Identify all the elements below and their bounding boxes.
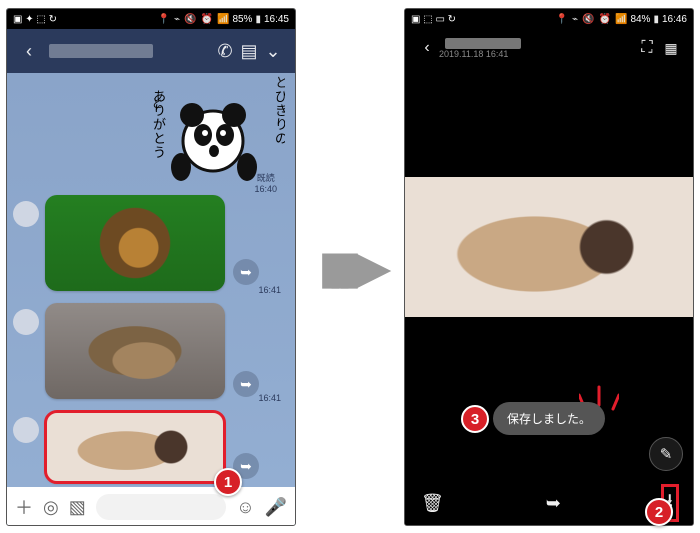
share-icon[interactable]: ➥ (546, 493, 561, 514)
wifi-icon: 📶 (615, 14, 627, 25)
clock: 16:46 (662, 14, 687, 25)
chat-title-redacted (49, 44, 153, 58)
status-left-icons: ▣ ⬚ ▭ ↻ (411, 14, 456, 25)
viewer-body[interactable]: 保存しました。 ✎ 🗑 ➥ ⭳ (405, 67, 693, 526)
svg-text:き: き (275, 103, 285, 118)
battery-icon: ▮ (255, 14, 261, 25)
svg-text:り: り (153, 103, 166, 118)
call-icon[interactable]: ✆ (213, 41, 237, 62)
avatar[interactable] (13, 201, 39, 227)
delete-icon[interactable]: 🗑 (421, 493, 444, 514)
viewer-header: ‹ 2019.11.18 16:41 ⛶ ▦ (405, 29, 693, 67)
callout-3: 3 (461, 405, 489, 433)
viewer-title-redacted (445, 38, 521, 49)
chevron-down-icon[interactable]: ⌄ (261, 41, 285, 62)
clock: 16:45 (264, 14, 289, 25)
bluetooth-icon: ⌁ (174, 14, 180, 25)
alarm-icon: ⏰ (599, 14, 611, 25)
svg-text:の: の (275, 131, 285, 146)
image-message-2[interactable] (45, 303, 225, 399)
edit-button[interactable]: ✎ (649, 437, 683, 471)
viewer-image[interactable] (405, 177, 693, 317)
plus-icon[interactable]: ＋ (15, 494, 33, 520)
status-right-cluster: 📍 ⌁ 🔇 ⏰ 📶 84% ▮ 16:46 (555, 14, 687, 25)
camera-icon[interactable]: ◎ (43, 497, 59, 518)
chat-messages: と とびきりの ありがとう 既読16:40 ➥ 16:41 ➥ 16:41 ➥ (7, 73, 295, 487)
mute-icon: 🔇 (184, 14, 196, 25)
image-message-3[interactable] (45, 411, 225, 483)
chat-input-bar: ＋ ◎ ▧ ☺ 🎤 (7, 487, 295, 526)
viewer-timestamp: 2019.11.18 16:41 (439, 49, 635, 59)
battery-text: 85% (232, 14, 252, 25)
status-right-cluster: 📍 ⌁ 🔇 ⏰ 📶 85% ▮ 16:45 (157, 14, 289, 25)
wifi-icon: 📶 (217, 14, 229, 25)
avatar[interactable] (13, 309, 39, 335)
transition-arrow-icon: ▮▮▮▶ (318, 240, 375, 294)
location-icon: 📍 (556, 14, 568, 25)
location-icon: 📍 (158, 14, 170, 25)
fullscreen-icon[interactable]: ⛶ (635, 39, 659, 57)
svg-text:が: が (153, 117, 166, 132)
mute-icon: 🔇 (582, 14, 594, 25)
svg-text:と: と (275, 75, 285, 90)
chat-header: ‹ ✆ ▤ ⌄ (7, 29, 295, 73)
share-icon[interactable]: ➥ (233, 259, 259, 285)
battery-text: 84% (630, 14, 650, 25)
status-bar: ▣ ⬚ ▭ ↻ 📍 ⌁ 🔇 ⏰ 📶 84% ▮ 16:46 (405, 9, 693, 29)
image-viewer-screen: ▣ ⬚ ▭ ↻ 📍 ⌁ 🔇 ⏰ 📶 84% ▮ 16:46 ‹ 2019.11.… (404, 8, 694, 526)
svg-text:う: う (153, 145, 166, 160)
back-icon[interactable]: ‹ (17, 41, 41, 62)
timestamp: 16:41 (258, 285, 281, 295)
grid-icon[interactable]: ▦ (659, 40, 683, 57)
timestamp: 16:41 (258, 393, 281, 403)
gallery-icon[interactable]: ▧ (69, 497, 86, 518)
notes-icon[interactable]: ▤ (237, 41, 261, 62)
share-icon[interactable]: ➥ (233, 371, 259, 397)
back-icon[interactable]: ‹ (415, 39, 439, 57)
battery-icon: ▮ (653, 14, 659, 25)
svg-text:り: り (275, 117, 285, 132)
message-input[interactable] (96, 494, 226, 520)
read-indicator: 既読16:40 (254, 171, 277, 194)
svg-text:あ: あ (153, 89, 166, 104)
alarm-icon: ⏰ (201, 14, 213, 25)
status-left-icons: ▣ ✦ ⬚ ↻ (13, 14, 57, 25)
image-message-1[interactable] (45, 195, 225, 291)
svg-text:び: び (275, 89, 285, 104)
status-bar: ▣ ✦ ⬚ ↻ 📍 ⌁ 🔇 ⏰ 📶 85% ▮ 16:45 (7, 9, 295, 29)
svg-text:と: と (153, 131, 166, 146)
mic-icon[interactable]: 🎤 (265, 497, 287, 518)
avatar[interactable] (13, 417, 39, 443)
callout-2: 2 (645, 498, 673, 526)
callout-1: 1 (214, 468, 242, 496)
chat-screen: ▣ ✦ ⬚ ↻ 📍 ⌁ 🔇 ⏰ 📶 85% ▮ 16:45 ‹ ✆ ▤ ⌄ と … (6, 8, 296, 526)
emoji-icon[interactable]: ☺ (236, 497, 254, 518)
save-toast: 保存しました。 (493, 402, 605, 435)
bluetooth-icon: ⌁ (572, 14, 578, 25)
